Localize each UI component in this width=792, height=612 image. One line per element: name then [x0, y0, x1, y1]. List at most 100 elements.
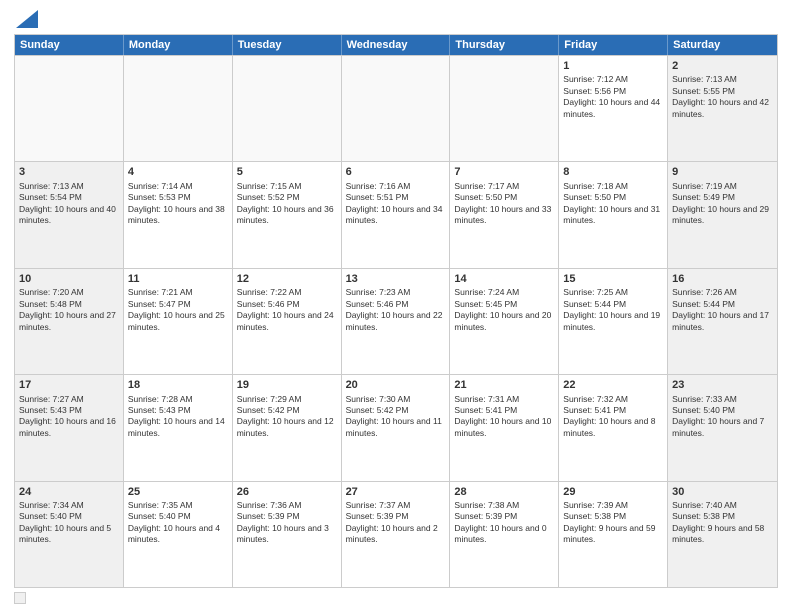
cell-info: Sunrise: 7:18 AM Sunset: 5:50 PM Dayligh… [563, 181, 663, 227]
day-number: 29 [563, 485, 663, 499]
cal-cell: 2Sunrise: 7:13 AM Sunset: 5:55 PM Daylig… [668, 56, 777, 161]
cell-info: Sunrise: 7:29 AM Sunset: 5:42 PM Dayligh… [237, 394, 337, 440]
legend-box [14, 592, 26, 604]
header-day-monday: Monday [124, 35, 233, 55]
calendar: SundayMondayTuesdayWednesdayThursdayFrid… [14, 34, 778, 588]
header-day-tuesday: Tuesday [233, 35, 342, 55]
day-number: 24 [19, 485, 119, 499]
cal-cell: 13Sunrise: 7:23 AM Sunset: 5:46 PM Dayli… [342, 269, 451, 374]
cal-cell: 6Sunrise: 7:16 AM Sunset: 5:51 PM Daylig… [342, 162, 451, 267]
cell-info: Sunrise: 7:20 AM Sunset: 5:48 PM Dayligh… [19, 287, 119, 333]
day-number: 21 [454, 378, 554, 392]
cell-info: Sunrise: 7:40 AM Sunset: 5:38 PM Dayligh… [672, 500, 773, 546]
day-number: 8 [563, 165, 663, 179]
day-number: 10 [19, 272, 119, 286]
header [14, 10, 778, 28]
cell-info: Sunrise: 7:33 AM Sunset: 5:40 PM Dayligh… [672, 394, 773, 440]
cell-info: Sunrise: 7:30 AM Sunset: 5:42 PM Dayligh… [346, 394, 446, 440]
cell-info: Sunrise: 7:39 AM Sunset: 5:38 PM Dayligh… [563, 500, 663, 546]
day-number: 13 [346, 272, 446, 286]
cal-cell: 7 Sunrise: 7:17 AM Sunset: 5:50 PM Daylig… [450, 162, 559, 267]
cal-cell: 30Sunrise: 7:40 AM Sunset: 5:38 PM Dayli… [668, 482, 777, 587]
cell-info: Sunrise: 7:12 AM Sunset: 5:56 PM Dayligh… [563, 74, 663, 120]
cal-cell: 16Sunrise: 7:26 AM Sunset: 5:44 PM Dayli… [668, 269, 777, 374]
cell-info: Sunrise: 7:37 AM Sunset: 5:39 PM Dayligh… [346, 500, 446, 546]
cell-info: Sunrise: 7:17 AM Sunset: 5:50 PM Dayligh… [454, 181, 554, 227]
day-number: 19 [237, 378, 337, 392]
cell-info: Sunrise: 7:25 AM Sunset: 5:44 PM Dayligh… [563, 287, 663, 333]
cell-info: Sunrise: 7:14 AM Sunset: 5:53 PM Dayligh… [128, 181, 228, 227]
day-number: 25 [128, 485, 228, 499]
cal-cell: 25Sunrise: 7:35 AM Sunset: 5:40 PM Dayli… [124, 482, 233, 587]
cell-info: Sunrise: 7:26 AM Sunset: 5:44 PM Dayligh… [672, 287, 773, 333]
cal-cell: 27Sunrise: 7:37 AM Sunset: 5:39 PM Dayli… [342, 482, 451, 587]
cal-cell [450, 56, 559, 161]
cell-info: Sunrise: 7:21 AM Sunset: 5:47 PM Dayligh… [128, 287, 228, 333]
cal-cell [233, 56, 342, 161]
day-number: 20 [346, 378, 446, 392]
cal-cell [15, 56, 124, 161]
cell-info: Sunrise: 7:23 AM Sunset: 5:46 PM Dayligh… [346, 287, 446, 333]
cal-cell: 19 Sunrise: 7:29 AM Sunset: 5:42 PM Dayli… [233, 375, 342, 480]
cell-info: Sunrise: 7:13 AM Sunset: 5:54 PM Dayligh… [19, 181, 119, 227]
day-number: 23 [672, 378, 773, 392]
cell-info: Sunrise: 7:32 AM Sunset: 5:41 PM Dayligh… [563, 394, 663, 440]
cal-cell: 1Sunrise: 7:12 AM Sunset: 5:56 PM Daylig… [559, 56, 668, 161]
cal-cell: 10Sunrise: 7:20 AM Sunset: 5:48 PM Dayli… [15, 269, 124, 374]
calendar-body: 1Sunrise: 7:12 AM Sunset: 5:56 PM Daylig… [15, 55, 777, 587]
cell-info: Sunrise: 7:27 AM Sunset: 5:43 PM Dayligh… [19, 394, 119, 440]
day-number: 16 [672, 272, 773, 286]
cell-info: Sunrise: 7:31 AM Sunset: 5:41 PM Dayligh… [454, 394, 554, 440]
cell-info: Sunrise: 7:35 AM Sunset: 5:40 PM Dayligh… [128, 500, 228, 546]
cell-info: Sunrise: 7:28 AM Sunset: 5:43 PM Dayligh… [128, 394, 228, 440]
day-number: 22 [563, 378, 663, 392]
cal-cell: 4 Sunrise: 7:14 AM Sunset: 5:53 PM Daylig… [124, 162, 233, 267]
day-number: 12 [237, 272, 337, 286]
cell-info: Sunrise: 7:38 AM Sunset: 5:39 PM Dayligh… [454, 500, 554, 546]
day-number: 5 [237, 165, 337, 179]
cal-cell: 17 Sunrise: 7:27 AM Sunset: 5:43 PM Dayli… [15, 375, 124, 480]
logo [14, 10, 38, 28]
week-row-3: 17 Sunrise: 7:27 AM Sunset: 5:43 PM Dayli… [15, 374, 777, 480]
cal-cell: 24Sunrise: 7:34 AM Sunset: 5:40 PM Dayli… [15, 482, 124, 587]
cal-cell: 28Sunrise: 7:38 AM Sunset: 5:39 PM Dayli… [450, 482, 559, 587]
week-row-0: 1Sunrise: 7:12 AM Sunset: 5:56 PM Daylig… [15, 55, 777, 161]
header-day-sunday: Sunday [15, 35, 124, 55]
cell-info: Sunrise: 7:36 AM Sunset: 5:39 PM Dayligh… [237, 500, 337, 546]
header-day-thursday: Thursday [450, 35, 559, 55]
cal-cell: 12Sunrise: 7:22 AM Sunset: 5:46 PM Dayli… [233, 269, 342, 374]
cal-cell: 11Sunrise: 7:21 AM Sunset: 5:47 PM Dayli… [124, 269, 233, 374]
day-number: 27 [346, 485, 446, 499]
cal-cell: 9 Sunrise: 7:19 AM Sunset: 5:49 PM Daylig… [668, 162, 777, 267]
day-number: 11 [128, 272, 228, 286]
day-number: 14 [454, 272, 554, 286]
cal-cell [124, 56, 233, 161]
day-number: 17 [19, 378, 119, 392]
day-number: 26 [237, 485, 337, 499]
header-day-saturday: Saturday [668, 35, 777, 55]
week-row-4: 24Sunrise: 7:34 AM Sunset: 5:40 PM Dayli… [15, 481, 777, 587]
cal-cell: 8 Sunrise: 7:18 AM Sunset: 5:50 PM Daylig… [559, 162, 668, 267]
cell-info: Sunrise: 7:22 AM Sunset: 5:46 PM Dayligh… [237, 287, 337, 333]
cell-info: Sunrise: 7:13 AM Sunset: 5:55 PM Dayligh… [672, 74, 773, 120]
cal-cell: 20 Sunrise: 7:30 AM Sunset: 5:42 PM Dayli… [342, 375, 451, 480]
day-number: 7 [454, 165, 554, 179]
cal-cell: 15Sunrise: 7:25 AM Sunset: 5:44 PM Dayli… [559, 269, 668, 374]
cal-cell: 23 Sunrise: 7:33 AM Sunset: 5:40 PM Dayli… [668, 375, 777, 480]
day-number: 9 [672, 165, 773, 179]
day-number: 28 [454, 485, 554, 499]
cal-cell: 26Sunrise: 7:36 AM Sunset: 5:39 PM Dayli… [233, 482, 342, 587]
cal-cell [342, 56, 451, 161]
cell-info: Sunrise: 7:15 AM Sunset: 5:52 PM Dayligh… [237, 181, 337, 227]
legend [14, 592, 778, 604]
cal-cell: 14Sunrise: 7:24 AM Sunset: 5:45 PM Dayli… [450, 269, 559, 374]
cal-cell: 18Sunrise: 7:28 AM Sunset: 5:43 PM Dayli… [124, 375, 233, 480]
header-day-wednesday: Wednesday [342, 35, 451, 55]
cell-info: Sunrise: 7:19 AM Sunset: 5:49 PM Dayligh… [672, 181, 773, 227]
cell-info: Sunrise: 7:34 AM Sunset: 5:40 PM Dayligh… [19, 500, 119, 546]
cal-cell: 21 Sunrise: 7:31 AM Sunset: 5:41 PM Dayli… [450, 375, 559, 480]
day-number: 4 [128, 165, 228, 179]
day-number: 30 [672, 485, 773, 499]
day-number: 6 [346, 165, 446, 179]
day-number: 1 [563, 59, 663, 73]
